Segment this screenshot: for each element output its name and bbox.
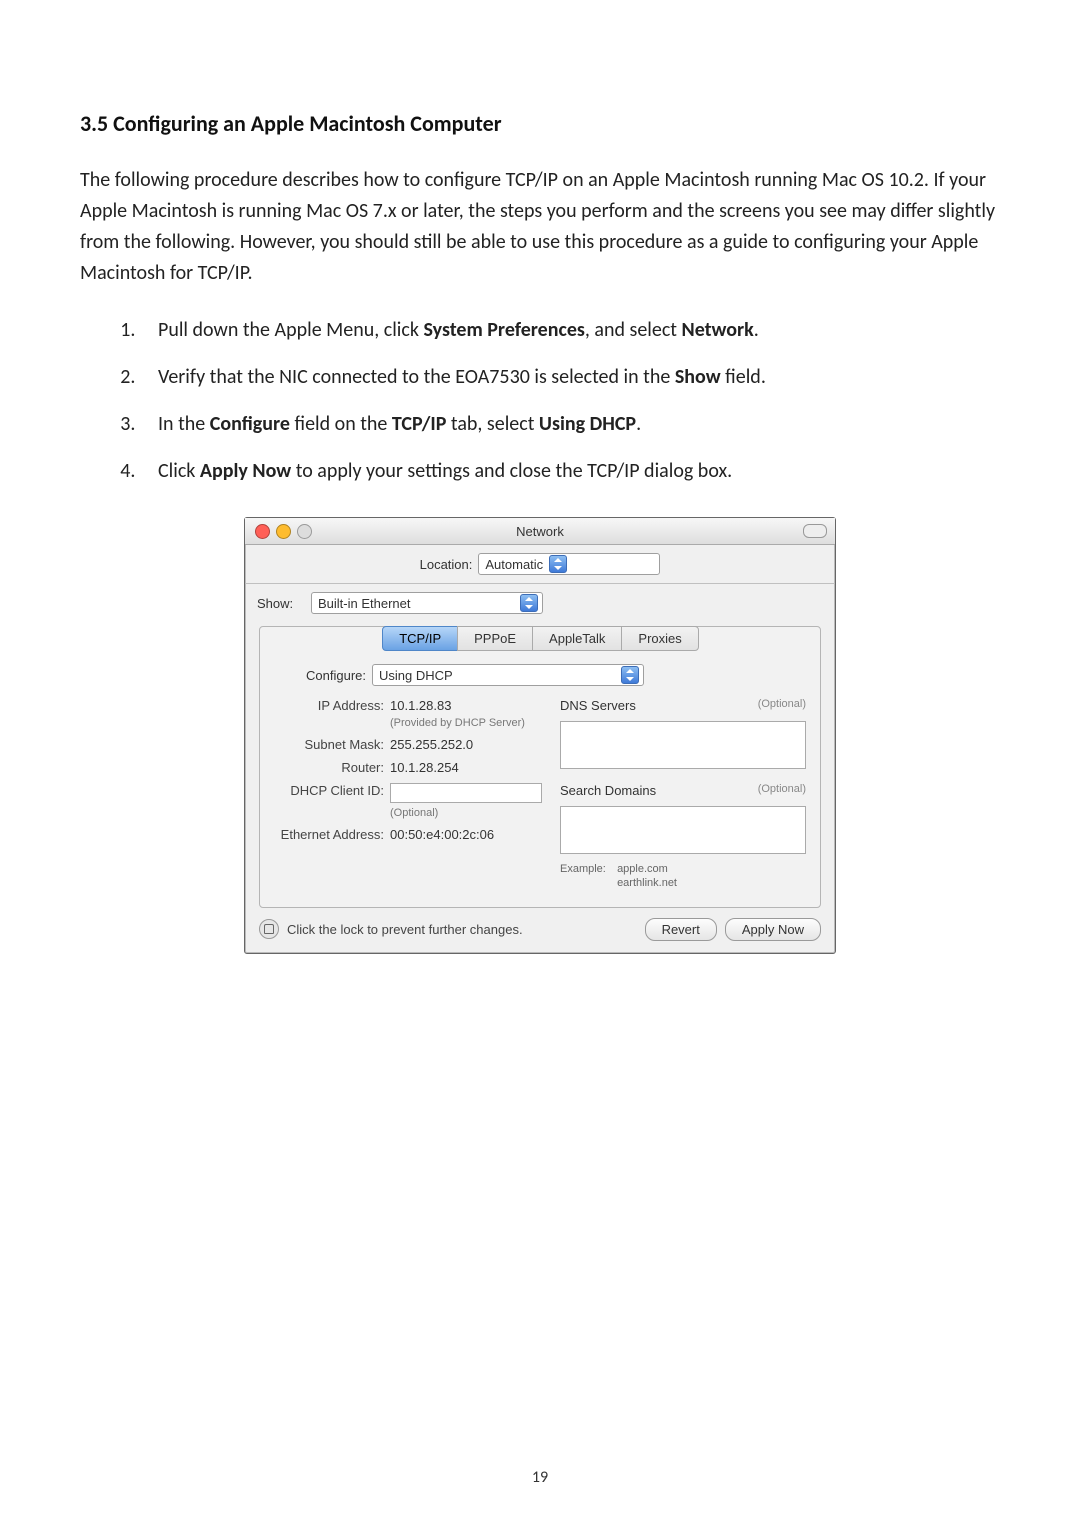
dhcp-client-id-sublabel: (Optional) bbox=[390, 807, 542, 819]
location-label: Location: bbox=[420, 557, 473, 572]
step-2: Verify that the NIC connected to the EOA… bbox=[140, 362, 1000, 393]
apply-now-button[interactable]: Apply Now bbox=[725, 918, 821, 941]
tab-tcpip[interactable]: TCP/IP bbox=[382, 626, 458, 651]
dns-optional-label: (Optional) bbox=[758, 698, 806, 713]
router-value: 10.1.28.254 bbox=[390, 760, 459, 775]
window-titlebar: Network bbox=[245, 518, 835, 545]
network-window: Network Location: Automatic Show: Built-… bbox=[244, 517, 836, 954]
lock-icon[interactable] bbox=[259, 919, 279, 939]
chevron-updown-icon bbox=[549, 555, 567, 573]
lock-text: Click the lock to prevent further change… bbox=[287, 922, 637, 937]
page-number: 19 bbox=[0, 1468, 1080, 1487]
show-select[interactable]: Built-in Ethernet bbox=[311, 592, 543, 614]
configure-select[interactable]: Using DHCP bbox=[372, 664, 644, 686]
ip-address-sublabel: (Provided by DHCP Server) bbox=[390, 717, 542, 729]
toolbar-toggle-icon[interactable] bbox=[803, 524, 827, 538]
show-label: Show: bbox=[257, 596, 299, 611]
step-1: Pull down the Apple Menu, click System P… bbox=[140, 315, 1000, 346]
window-title: Network bbox=[245, 524, 835, 539]
search-optional-label: (Optional) bbox=[758, 783, 806, 798]
steps-list: Pull down the Apple Menu, click System P… bbox=[140, 315, 1000, 487]
search-domains-example: Example: apple.com earthlink.net bbox=[560, 862, 806, 891]
configure-label: Configure: bbox=[274, 668, 366, 683]
subnet-mask-value: 255.255.252.0 bbox=[390, 737, 473, 752]
ethernet-address-value: 00:50:e4:00:2c:06 bbox=[390, 827, 494, 842]
chevron-updown-icon bbox=[520, 594, 538, 612]
tabs-container: TCP/IP PPPoE AppleTalk Proxies Configure… bbox=[259, 626, 821, 908]
tab-pppoe[interactable]: PPPoE bbox=[457, 626, 533, 651]
intro-paragraph: The following procedure describes how to… bbox=[80, 165, 1000, 289]
ethernet-address-label: Ethernet Address: bbox=[274, 827, 390, 842]
dhcp-client-id-input[interactable] bbox=[390, 783, 542, 803]
search-domains-input[interactable] bbox=[560, 806, 806, 854]
dns-servers-input[interactable] bbox=[560, 721, 806, 769]
ip-address-value: 10.1.28.83 bbox=[390, 698, 451, 713]
chevron-updown-icon bbox=[621, 666, 639, 684]
ip-address-label: IP Address: bbox=[274, 698, 390, 713]
router-label: Router: bbox=[274, 760, 390, 775]
dns-servers-label: DNS Servers bbox=[560, 698, 636, 713]
revert-button[interactable]: Revert bbox=[645, 918, 717, 941]
section-heading: 3.5 Configuring an Apple Macintosh Compu… bbox=[80, 110, 1000, 137]
subnet-mask-label: Subnet Mask: bbox=[274, 737, 390, 752]
tab-appletalk[interactable]: AppleTalk bbox=[532, 626, 622, 651]
tab-proxies[interactable]: Proxies bbox=[621, 626, 698, 651]
step-4: Click Apply Now to apply your settings a… bbox=[140, 456, 1000, 487]
step-3: In the Configure field on the TCP/IP tab… bbox=[140, 409, 1000, 440]
dhcp-client-id-label: DHCP Client ID: bbox=[274, 783, 390, 798]
search-domains-label: Search Domains bbox=[560, 783, 656, 798]
location-select[interactable]: Automatic bbox=[478, 553, 660, 575]
